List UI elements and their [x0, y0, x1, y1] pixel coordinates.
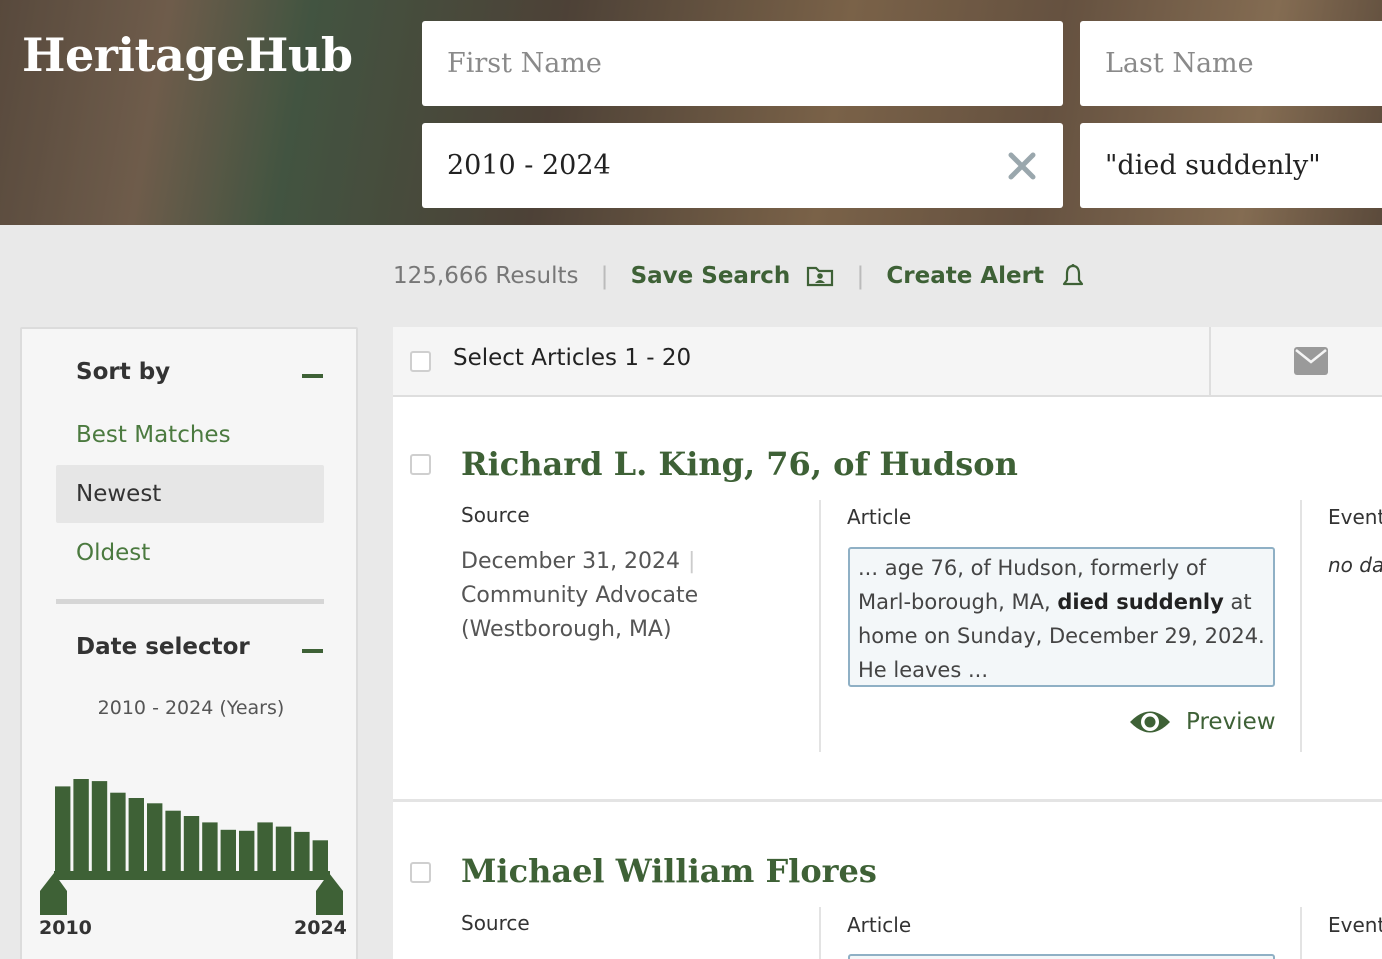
- year-start-label: 2010: [39, 917, 92, 939]
- histogram-bar-2012: [91, 781, 108, 871]
- event-heading: Event: [1328, 913, 1382, 937]
- results-toolbar: 125,666 Results | Save Search | Create A…: [393, 258, 1086, 294]
- histogram-bar-2023: [294, 831, 310, 871]
- column-divider: [1300, 500, 1302, 752]
- source-details: December 31, 2024 | Community Advocate (W…: [461, 545, 698, 647]
- sidebar-divider: [56, 599, 324, 604]
- eye-icon: [1130, 711, 1170, 733]
- article-heading: Article: [847, 505, 912, 529]
- sort-by-heading: Sort by: [76, 359, 171, 385]
- clear-date-icon[interactable]: [1007, 151, 1037, 181]
- preview-button[interactable]: Preview: [1128, 707, 1276, 737]
- column-divider: [819, 500, 821, 752]
- sort-newest[interactable]: Newest: [56, 465, 324, 523]
- histogram-bar-2018: [202, 822, 218, 871]
- save-search-button[interactable]: Save Search: [631, 263, 835, 289]
- toolbar-separator: |: [600, 262, 609, 290]
- preview-label: Preview: [1186, 709, 1276, 735]
- event-heading: Event: [1328, 505, 1382, 529]
- source-heading: Source: [461, 503, 530, 527]
- column-divider: [819, 907, 821, 959]
- snippet-highlight: died suddenly: [1057, 590, 1224, 614]
- article-snippet: ... age 76, of Hudson, formerly of Marl-…: [848, 547, 1275, 687]
- year-end-label: 2024: [294, 917, 347, 939]
- last-name-input[interactable]: Last Name: [1080, 21, 1382, 106]
- histogram-bar-2020: [239, 830, 255, 871]
- collapse-sort-icon[interactable]: [302, 374, 323, 378]
- histogram-bar-2011: [73, 779, 89, 871]
- histogram-bar-2021: [257, 822, 273, 871]
- create-alert-label: Create Alert: [886, 263, 1044, 289]
- histogram-bar-2017: [183, 816, 200, 871]
- source-separator: |: [688, 549, 696, 574]
- save-search-label: Save Search: [630, 263, 791, 289]
- source-name: Community Advocate: [461, 583, 699, 608]
- folder-person-icon: [807, 266, 834, 287]
- article-heading: Article: [847, 913, 912, 937]
- event-value: no da: [1328, 553, 1382, 577]
- histogram-bar-2016: [165, 810, 181, 871]
- record-divider: [393, 799, 1382, 802]
- histogram-bar-2014: [128, 798, 144, 871]
- filter-sidebar: Sort by Best Matches Newest Oldest Date …: [20, 327, 358, 959]
- bell-icon: [1062, 264, 1084, 286]
- toolbar-divider: [1209, 327, 1211, 397]
- date-range-value: 2010 - 2024: [447, 150, 611, 181]
- sort-best-matches[interactable]: Best Matches: [56, 406, 324, 464]
- email-icon[interactable]: [1294, 347, 1328, 375]
- date-range-input[interactable]: 2010 - 2024: [422, 123, 1063, 208]
- histogram-bar-2010: [55, 786, 71, 871]
- collapse-date-icon[interactable]: [302, 649, 323, 653]
- first-name-input[interactable]: First Name: [422, 21, 1063, 106]
- source-date: December 31, 2024: [461, 549, 681, 574]
- search-header: HeritageHub First Name Last Name 2010 - …: [0, 0, 1382, 225]
- record-checkbox[interactable]: [410, 862, 431, 883]
- article-snippet: [848, 954, 1275, 959]
- histogram-bar-2024: [312, 840, 328, 871]
- create-alert-button[interactable]: Create Alert: [886, 263, 1086, 289]
- histogram-bar-2019: [220, 829, 236, 871]
- toolbar-separator: |: [856, 262, 865, 290]
- sort-oldest[interactable]: Oldest: [56, 524, 324, 582]
- site-logo[interactable]: HeritageHub: [22, 28, 353, 82]
- date-selector-heading: Date selector: [76, 634, 250, 660]
- histogram-bar-2022: [275, 826, 292, 871]
- select-all-checkbox[interactable]: [410, 351, 431, 372]
- source-heading: Source: [461, 911, 530, 935]
- select-articles-label: Select Articles 1 - 20: [453, 345, 692, 371]
- histogram-svg: [40, 779, 343, 915]
- column-divider: [1300, 907, 1302, 959]
- results-count: 125,666 Results: [393, 263, 579, 289]
- first-name-placeholder: First Name: [447, 48, 602, 79]
- last-name-placeholder: Last Name: [1105, 48, 1254, 79]
- results-panel: Select Articles 1 - 20 Richard L. King, …: [393, 327, 1382, 959]
- select-articles-bar: Select Articles 1 - 20: [393, 327, 1382, 397]
- histogram-bar-2013: [110, 792, 126, 871]
- record-title-link[interactable]: Richard L. King, 76, of Hudson: [461, 445, 1018, 483]
- keyword-value: "died suddenly": [1105, 150, 1321, 181]
- record-checkbox[interactable]: [410, 454, 431, 475]
- source-place: (Westborough, MA): [461, 617, 672, 642]
- range-slider-track[interactable]: [54, 871, 330, 880]
- histogram-bar-2015: [147, 803, 163, 871]
- year-histogram: [40, 769, 343, 919]
- keyword-input[interactable]: "died suddenly": [1080, 123, 1382, 208]
- record-title-link[interactable]: Michael William Flores: [461, 852, 877, 890]
- date-range-label: 2010 - 2024 (Years): [97, 697, 285, 719]
